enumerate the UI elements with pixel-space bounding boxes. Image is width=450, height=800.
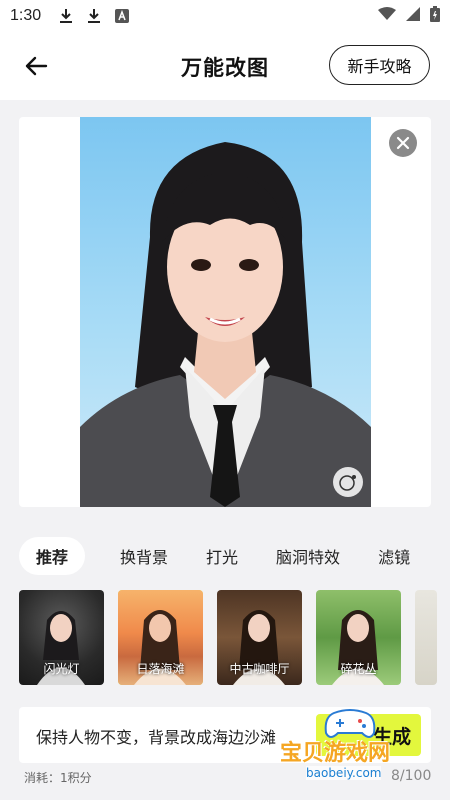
style-label: 闪光灯 — [43, 662, 80, 676]
image-preview-card — [19, 117, 431, 507]
prompt-input[interactable]: 保持人物不变，背景改成海边沙滩 — [36, 724, 276, 748]
watermark-badge-icon — [333, 467, 363, 497]
download-icon — [57, 7, 75, 25]
style-list: 闪光灯 日落海滩 中古咖啡厅 碎花丛 — [19, 590, 450, 686]
a-icon — [113, 7, 131, 25]
tab-creative-effects[interactable]: 脑洞特效 — [263, 537, 353, 575]
style-label: 中古咖啡厅 — [229, 662, 290, 676]
tab-change-background[interactable]: 换背景 — [107, 537, 181, 575]
battery-icon — [430, 6, 440, 26]
portrait-photo — [80, 117, 371, 507]
style-item-flash[interactable]: 闪光灯 — [19, 590, 104, 685]
style-item-more[interactable] — [415, 590, 437, 685]
status-bar: 1:30 — [0, 0, 450, 32]
guide-button[interactable]: 新手攻略 — [329, 45, 430, 85]
style-item-sunset-beach[interactable]: 日落海滩 — [118, 590, 203, 685]
tab-lighting[interactable]: 打光 — [193, 537, 251, 575]
style-label: 日落海滩 — [136, 662, 185, 676]
tab-recommend[interactable]: 推荐 — [19, 537, 86, 575]
style-label: 碎花丛 — [340, 662, 377, 676]
signal-icon — [406, 7, 420, 25]
watermark-url: baobeiy.com — [306, 766, 382, 780]
prompt-box[interactable]: 保持人物不变，背景改成海边沙滩 生成 — [19, 707, 431, 763]
wifi-icon — [378, 7, 396, 25]
category-tabs: 推荐 换背景 打光 脑洞特效 滤镜 — [19, 537, 450, 575]
generate-button[interactable]: 生成 — [316, 714, 421, 756]
style-item-floral-bush[interactable]: 碎花丛 — [316, 590, 401, 685]
close-button[interactable] — [389, 129, 417, 157]
close-icon — [396, 136, 410, 150]
tab-filters[interactable]: 滤镜 — [365, 537, 423, 575]
app-header: 万能改图 新手攻略 — [0, 32, 450, 100]
char-counter: 8/100 — [391, 768, 432, 784]
download-icon — [85, 7, 103, 25]
cost-text: 消耗：1积分 — [24, 771, 92, 785]
style-item-vintage-cafe[interactable]: 中古咖啡厅 — [217, 590, 302, 685]
status-time: 1:30 — [10, 7, 42, 24]
